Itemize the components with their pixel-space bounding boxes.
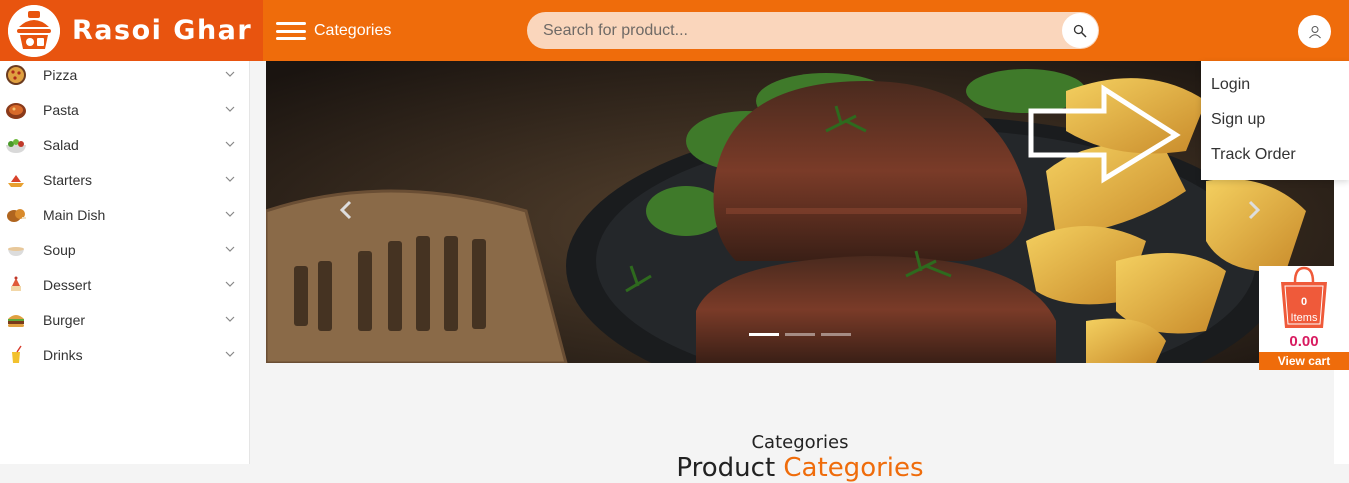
sidebar-item-pizza[interactable]: Pizza bbox=[0, 57, 250, 92]
sidebar-item-salad[interactable]: Salad bbox=[0, 127, 250, 162]
search-button[interactable] bbox=[1062, 13, 1098, 48]
sidebar-item-label: Burger bbox=[43, 311, 86, 328]
section-caption: Categories bbox=[751, 432, 849, 453]
carousel-dot[interactable] bbox=[821, 333, 851, 336]
carousel-next-arrow-icon[interactable] bbox=[1245, 200, 1263, 220]
chevron-down-icon bbox=[225, 351, 235, 357]
chevron-down-icon bbox=[225, 141, 235, 147]
search-bar bbox=[527, 12, 1099, 49]
sidebar-item-label: Salad bbox=[43, 136, 79, 153]
cart-amount: 0.00 bbox=[1289, 333, 1319, 350]
sidebar-item-dessert[interactable]: Dessert bbox=[0, 267, 250, 302]
pasta-icon bbox=[5, 99, 27, 121]
user-icon bbox=[1308, 25, 1321, 38]
user-dropdown-menu: Login Sign up Track Order bbox=[1201, 61, 1349, 180]
sidebar-item-main-dish[interactable]: Main Dish bbox=[0, 197, 250, 232]
brand-logo[interactable]: Rasoi Ghar bbox=[0, 0, 263, 61]
user-account-button[interactable] bbox=[1298, 15, 1331, 48]
dessert-icon bbox=[5, 274, 27, 296]
menu-item-login[interactable]: Login bbox=[1211, 76, 1250, 94]
chevron-down-icon bbox=[225, 71, 235, 77]
chevron-down-icon bbox=[225, 281, 235, 287]
sidebar-item-label: Dessert bbox=[43, 276, 92, 293]
brand-name: Rasoi Ghar bbox=[72, 15, 253, 46]
salad-icon bbox=[5, 134, 27, 156]
chevron-down-icon bbox=[225, 246, 235, 252]
sidebar-item-starters[interactable]: Starters bbox=[0, 162, 250, 197]
sidebar-item-soup[interactable]: Soup bbox=[0, 232, 250, 267]
sidebar-item-pasta[interactable]: Pasta bbox=[0, 92, 250, 127]
floating-cart[interactable]: 0 Items 0.00 View cart bbox=[1259, 266, 1349, 370]
categories-menu-button[interactable]: Categories bbox=[276, 14, 391, 48]
carousel-prev-arrow-icon[interactable] bbox=[337, 200, 355, 220]
sidebar-item-label: Pizza bbox=[43, 66, 78, 83]
sidebar-item-burger[interactable]: Burger bbox=[0, 302, 250, 337]
main-dish-icon bbox=[5, 204, 27, 226]
starters-icon bbox=[5, 169, 27, 191]
top-navbar: Rasoi Ghar Categories bbox=[0, 0, 1349, 61]
menu-item-track-order[interactable]: Track Order bbox=[1211, 146, 1296, 164]
sidebar-item-label: Main Dish bbox=[43, 206, 106, 223]
chevron-down-icon bbox=[225, 211, 235, 217]
carousel-dot[interactable] bbox=[749, 333, 779, 336]
pizza-icon bbox=[5, 64, 27, 86]
menu-item-sign-up[interactable]: Sign up bbox=[1211, 111, 1265, 129]
hamburger-icon bbox=[276, 22, 306, 40]
soup-icon bbox=[5, 239, 27, 261]
search-icon bbox=[1073, 24, 1087, 38]
sidebar-item-label: Starters bbox=[43, 171, 93, 188]
chevron-down-icon bbox=[225, 106, 235, 112]
logo-icon bbox=[8, 4, 60, 57]
section-title-prefix: Product bbox=[676, 453, 784, 483]
chevron-down-icon bbox=[225, 176, 235, 182]
carousel-indicators bbox=[749, 333, 851, 336]
sidebar-item-label: Pasta bbox=[43, 101, 79, 118]
chevron-down-icon bbox=[225, 316, 235, 322]
carousel-dot[interactable] bbox=[785, 333, 815, 336]
sidebar-item-drinks[interactable]: Drinks bbox=[0, 337, 250, 372]
section-title: Product Categories bbox=[266, 453, 1334, 483]
sidebar-item-label: Soup bbox=[43, 241, 76, 258]
steak-banner-image bbox=[266, 61, 1334, 363]
search-input[interactable] bbox=[527, 21, 1047, 40]
section-title-highlight: Categories bbox=[783, 453, 924, 483]
cart-count: 0 bbox=[1300, 296, 1308, 308]
sidebar-item-label: Drinks bbox=[43, 346, 83, 363]
hero-carousel bbox=[266, 61, 1334, 363]
cart-items-label: Items bbox=[1290, 312, 1318, 324]
category-sidebar: Pizza Pasta Salad Starters Main Dish Sou bbox=[0, 61, 250, 464]
burger-icon bbox=[5, 309, 27, 331]
drinks-icon bbox=[5, 344, 27, 366]
categories-label: Categories bbox=[314, 22, 392, 39]
view-cart-button[interactable]: View cart bbox=[1259, 352, 1349, 370]
